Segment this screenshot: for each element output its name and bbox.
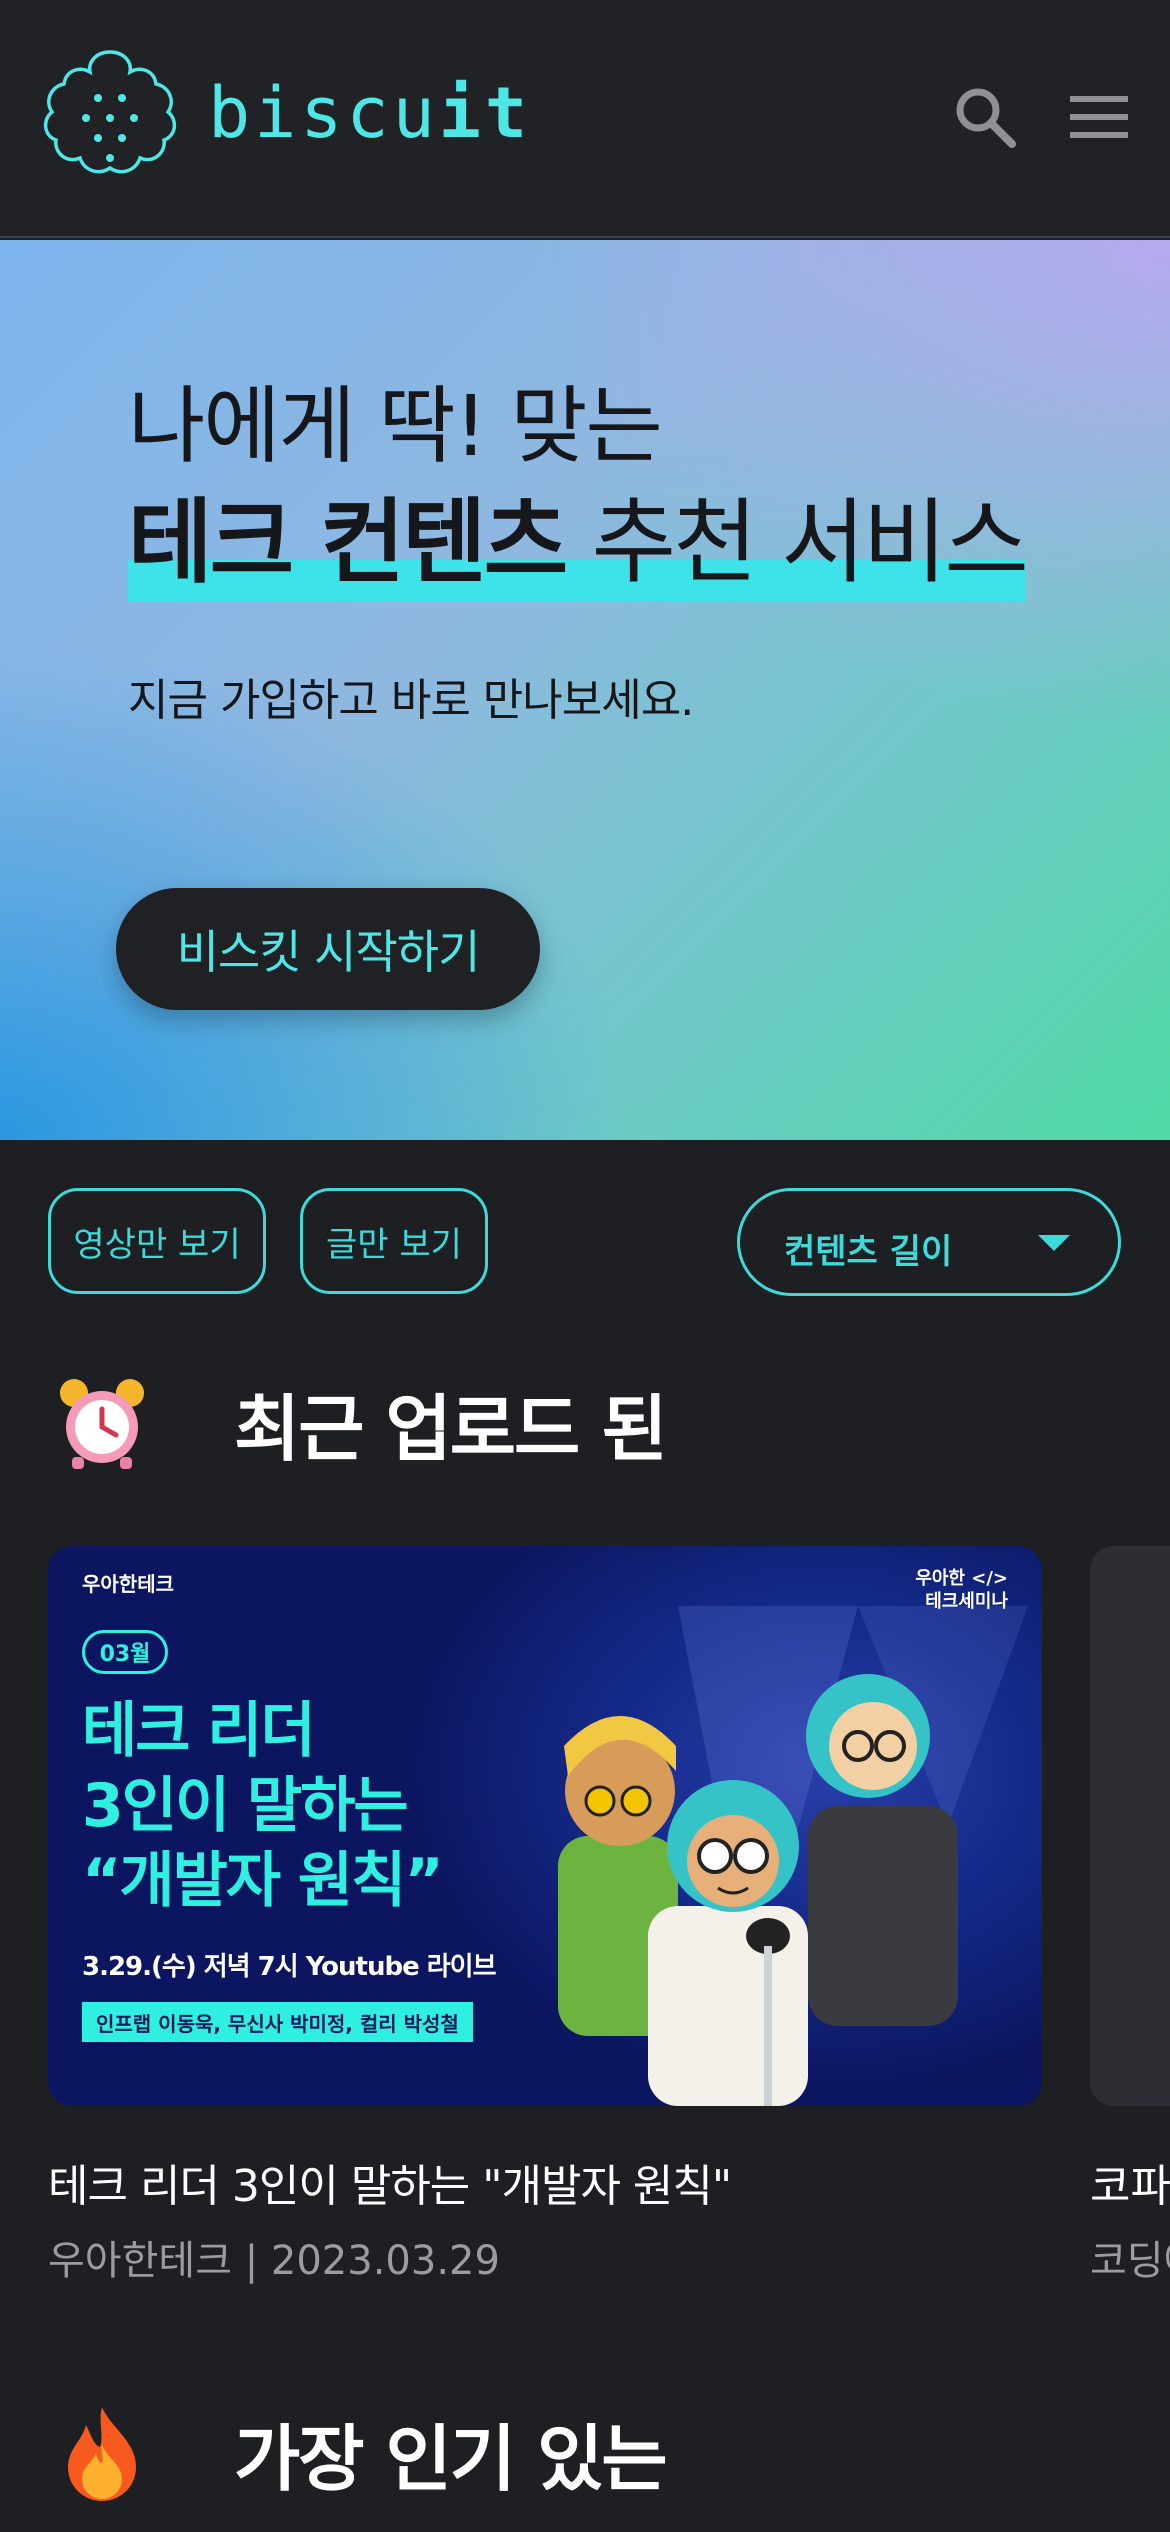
start-biscuit-button[interactable]: 비스킷 시작하기 (116, 888, 540, 1010)
caret-down-icon (1038, 1235, 1070, 1251)
alarm-clock-icon (60, 1378, 144, 1469)
thumbnail-headline: 테크 리더 3인이 말하는 “개발자 원칙” (82, 1694, 444, 1919)
card-title-2[interactable]: 코파 (1090, 2150, 1170, 2214)
fire-icon (68, 2406, 136, 2501)
thumbnail-brand: 우아한테크 (82, 1572, 174, 1596)
thumbnail-headline-line3: “개발자 원칙” (82, 1846, 444, 1916)
brand-suffix: it (438, 72, 532, 154)
brand-prefix: biscu (208, 72, 439, 154)
month-badge: 03월 (82, 1630, 168, 1674)
card-title[interactable]: 테크 리더 3인이 말하는 "개발자 원칙" (48, 2150, 732, 2214)
card-meta-2: 코딩애 (1090, 2238, 1170, 2284)
content-card-thumbnail-2[interactable] (1090, 1546, 1170, 2106)
brand-wordmark[interactable]: biscuit (208, 78, 531, 148)
hero-headline-rest: 추천 서비스 (565, 489, 1028, 596)
video-only-filter[interactable]: 영상만 보기 (48, 1188, 266, 1294)
hamburger-menu-icon[interactable] (1066, 84, 1132, 150)
thumbnail-headline-line1: 테크 리더 (82, 1696, 316, 1766)
seminar-line1: 우아한 </> (915, 1568, 1008, 1589)
recent-section-label: 최근 업로드 된 (234, 1387, 668, 1471)
content-length-label: 컨텐츠 길이 (784, 1232, 953, 1272)
content-length-dropdown[interactable]: 컨텐츠 길이 (737, 1188, 1121, 1296)
thumbnail-date: 3.29.(수) 저녁 7시 Youtube 라이브 (82, 1952, 497, 1982)
hero-headline-bold: 테크 컨텐츠 (128, 489, 568, 596)
hero-headline-line1: 나에게 딱! 맞는 (128, 377, 663, 475)
hero-headline-line2: 테크 컨텐츠 추천 서비스 (128, 489, 1029, 602)
app-header: biscuit (0, 0, 1170, 238)
speakers-illustration (558, 1606, 1028, 2106)
hero-subtitle: 지금 가입하고 바로 만나보세요. (128, 675, 694, 726)
content-card-thumbnail[interactable]: 우아한테크 우아한 </> 테크세미나 03월 테크 리더 3인이 말하는 “개… (48, 1546, 1042, 2106)
thumbnail-speakers: 인프랩 이동욱, 무신사 박미정, 컬리 박성철 (82, 2002, 473, 2042)
recent-section-title: 최근 업로드 된 (56, 1370, 668, 1475)
search-icon[interactable] (952, 84, 1018, 150)
biscuit-logo-icon[interactable] (38, 46, 183, 191)
popular-section-label: 가장 인기 있는 (234, 2417, 668, 2501)
card-meta: 우아한테크 | 2023.03.29 (48, 2238, 500, 2284)
thumbnail-headline-line2: 3인이 말하는 (82, 1771, 409, 1841)
popular-section-title: 가장 인기 있는 (56, 2400, 668, 2505)
text-only-filter[interactable]: 글만 보기 (300, 1188, 488, 1294)
hero-banner: 나에게 딱! 맞는 테크 컨텐츠 추천 서비스 지금 가입하고 바로 만나보세요… (0, 240, 1170, 1140)
